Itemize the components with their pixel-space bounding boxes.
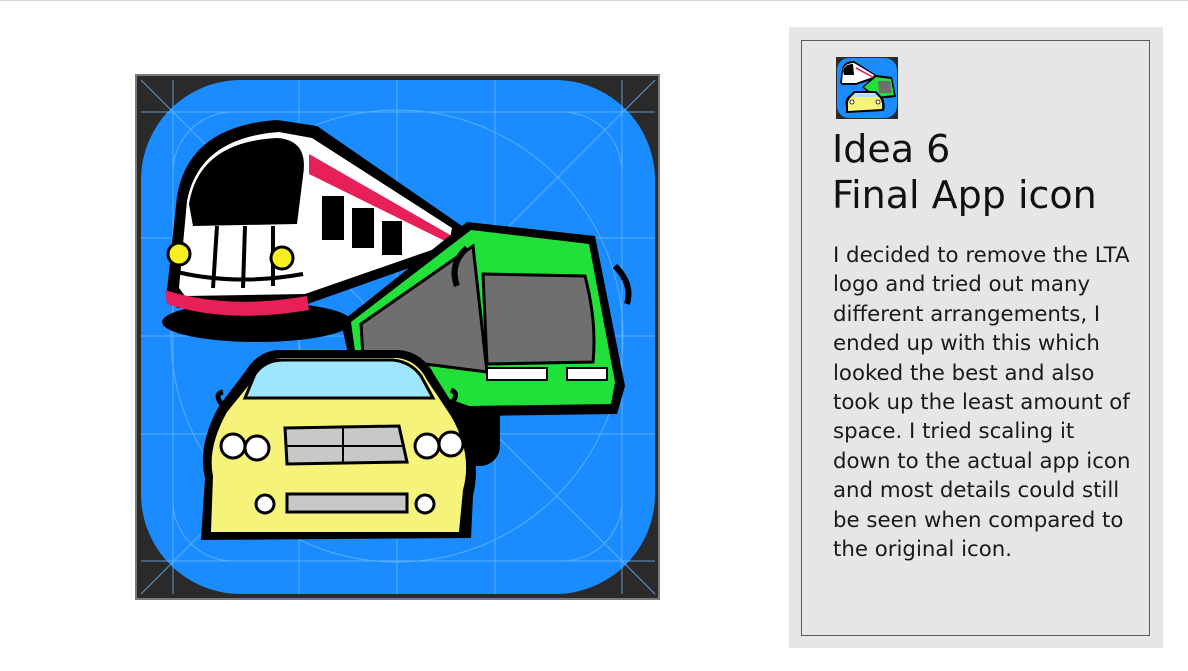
app-icon-artwork	[135, 74, 660, 600]
app-icon-thumbnail	[836, 57, 898, 119]
car-illustration	[201, 350, 476, 540]
slide-title-line-1: Idea 6	[832, 127, 951, 171]
slide-canvas: Idea 6 Final App icon I decided to remov…	[0, 0, 1188, 671]
slide-body-text: I decided to remove the LTA logo and tri…	[833, 243, 1131, 563]
slide-title-line-2: Final App icon	[832, 173, 1097, 217]
